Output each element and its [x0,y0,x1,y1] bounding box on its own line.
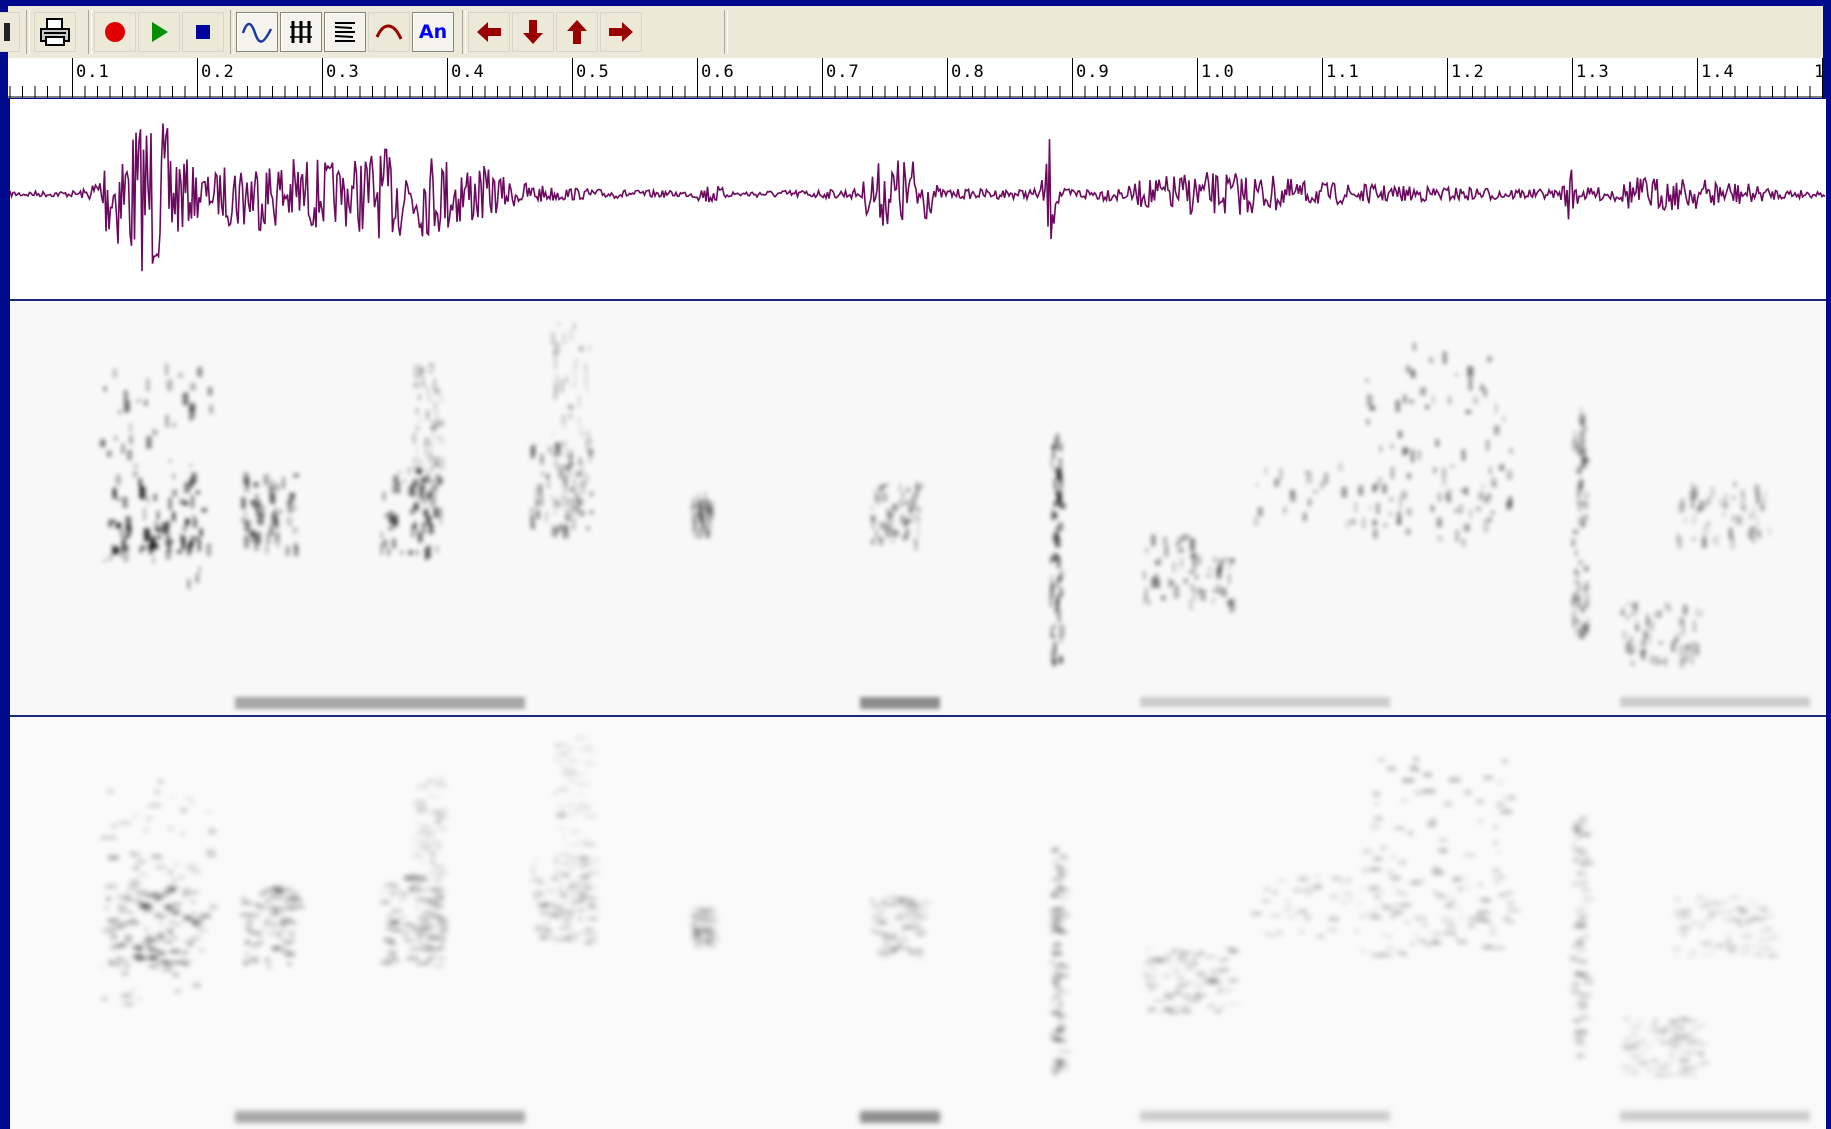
waveform-trace [10,123,1826,272]
open-button[interactable] [0,12,20,52]
arrow-right-icon [607,19,635,45]
ruler-label: 0.3 [326,62,360,82]
ruler-label: 0.5 [576,62,610,82]
ruler-label: 1.2 [1451,62,1485,82]
ruler-label: 1.0 [1201,62,1235,82]
app-frame: An 0.1 0.2 0.3 0.4 0.5 0.6 0.7 0.8 0.9 1… [0,0,1831,1129]
toolbar: An [0,6,1823,59]
annotation-icon: An [418,21,448,43]
toolbar-separator [462,10,466,54]
ruler-label: 1 [1814,62,1823,82]
scroll-right-button[interactable] [600,12,642,52]
time-ruler[interactable]: 0.1 0.2 0.3 0.4 0.5 0.6 0.7 0.8 0.9 1.0 … [8,58,1823,99]
ruler-label: 0.7 [826,62,860,82]
waveform-view-button[interactable] [236,12,278,52]
wideband-spectrogram-button[interactable] [280,12,322,52]
ruler-label: 0.2 [201,62,235,82]
folder-icon [0,19,14,45]
pitch-curve-icon [374,19,404,45]
stop-icon [190,19,216,45]
toolbar-separator [230,10,234,54]
record-button[interactable] [94,12,136,52]
wideband-spectrogram-panel[interactable] [10,301,1826,717]
wideband-icon [286,18,316,46]
zoom-out-button[interactable] [556,12,598,52]
arrow-left-icon [475,19,503,45]
toolbar-separator [88,10,92,54]
narrowband-spectrogram-panel[interactable] [10,717,1826,1129]
annotation-button[interactable]: An [412,12,454,52]
ruler-ticks [8,58,1823,98]
play-icon [146,19,172,45]
record-icon [102,19,128,45]
ruler-label: 1.1 [1326,62,1360,82]
narrowband-spectrogram-image [100,737,1810,1123]
stop-button[interactable] [182,12,224,52]
ruler-label: 0.4 [451,62,485,82]
scroll-left-button[interactable] [468,12,510,52]
wideband-spectrogram-image [100,322,1810,709]
ruler-label: 0.8 [951,62,985,82]
ruler-label: 0.1 [76,62,110,82]
arrow-down-icon [520,18,546,46]
play-button[interactable] [138,12,180,52]
toolbar-separator [724,10,728,54]
waveform-icon [241,19,273,45]
toolbar-separator [26,10,30,54]
ruler-label: 1.4 [1701,62,1735,82]
narrowband-spectrogram-button[interactable] [324,12,366,52]
ruler-label: 1.3 [1576,62,1610,82]
print-button[interactable] [34,12,76,52]
waveform-panel[interactable] [10,99,1826,301]
arrow-up-icon [564,18,590,46]
pitch-button[interactable] [368,12,410,52]
narrowband-icon [330,18,360,46]
printer-icon [38,17,72,47]
zoom-in-button[interactable] [512,12,554,52]
ruler-label: 0.9 [1076,62,1110,82]
ruler-label: 0.6 [701,62,735,82]
